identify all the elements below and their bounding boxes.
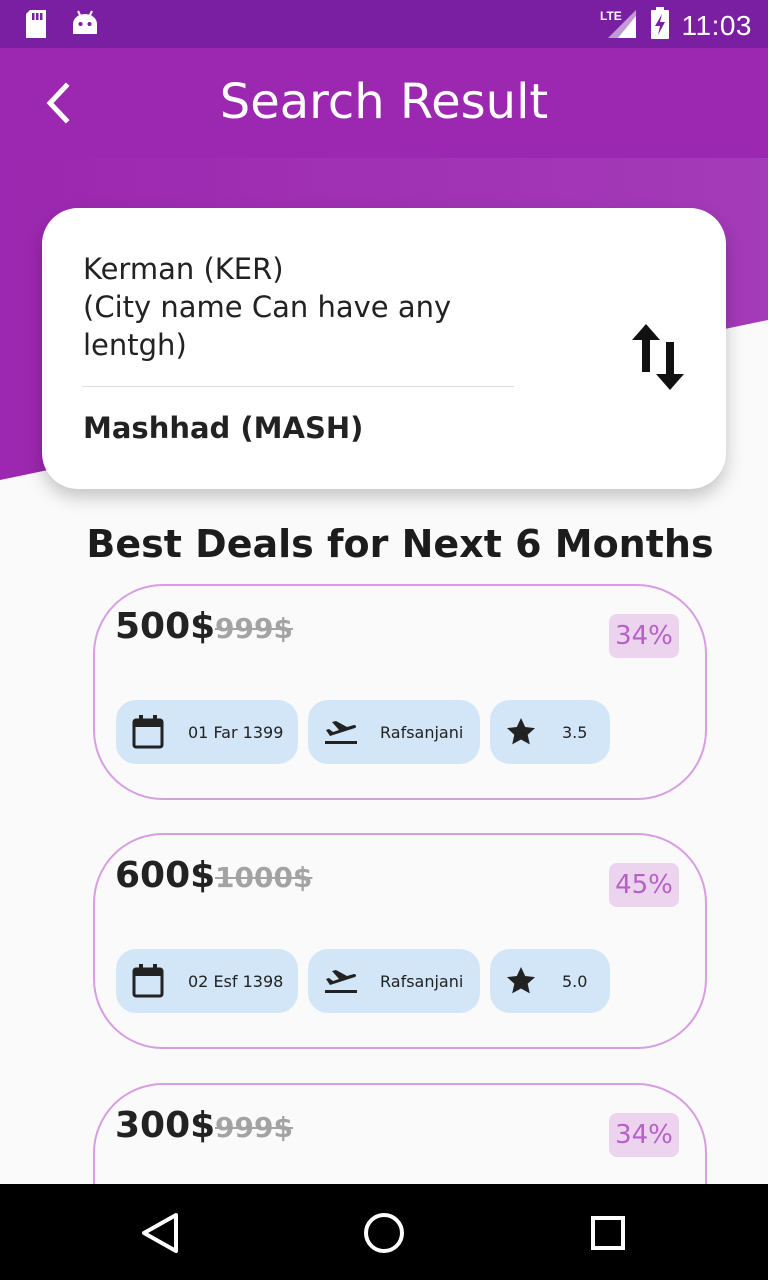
sd-card-icon — [24, 10, 48, 43]
app-header: Search Result — [0, 48, 768, 160]
date-text: 02 Esf 1398 — [188, 971, 284, 991]
svg-text:LTE: LTE — [600, 9, 622, 23]
airport-chip: Rafsanjani — [308, 949, 480, 1013]
rating-chip: 5.0 — [490, 949, 610, 1013]
home-circle-icon — [364, 1213, 404, 1253]
rating-text: 3.5 — [562, 722, 588, 742]
route-card: Kerman (KER) (City name Can have any len… — [42, 208, 726, 489]
calendar-icon — [132, 964, 164, 998]
recents-square-icon — [591, 1216, 625, 1250]
flight-takeoff-icon — [325, 721, 357, 744]
deal-card[interactable]: 300$ 999$ 34% — [93, 1083, 707, 1184]
discount-badge: 34% — [609, 1113, 679, 1157]
deal-price: 600$ — [115, 855, 216, 896]
navigation-bar — [0, 1184, 768, 1280]
flight-takeoff-icon — [325, 970, 357, 993]
section-title: Best Deals for Next 6 Months — [86, 522, 714, 566]
rating-chip: 3.5 — [490, 700, 610, 764]
deal-price: 500$ — [115, 606, 216, 647]
battery-charging-icon — [650, 7, 670, 44]
deal-old-price: 1000$ — [215, 861, 313, 894]
nav-recents-button[interactable] — [583, 1208, 633, 1258]
airport-text: Rafsanjani — [380, 722, 464, 742]
lte-signal-icon: LTE — [598, 6, 638, 45]
star-icon — [507, 967, 535, 994]
date-chip: 02 Esf 1398 — [116, 949, 298, 1013]
back-triangle-icon — [142, 1213, 178, 1253]
origin-city[interactable]: Kerman (KER) (City name Can have any len… — [83, 250, 513, 364]
date-chip: 01 Far 1399 — [116, 700, 298, 764]
destination-city[interactable]: Mashhad (MASH) — [83, 411, 363, 445]
android-icon — [72, 10, 98, 43]
discount-badge: 45% — [609, 863, 679, 907]
screen-content: LTE 11:03 Search Result Kerman (KER) (Ci… — [0, 0, 768, 1184]
deal-card[interactable]: 500$ 999$ 34% 01 Far 1399 Rafsanjani 3.5 — [93, 584, 707, 800]
nav-home-button[interactable] — [359, 1208, 409, 1258]
airport-text: Rafsanjani — [380, 971, 464, 991]
star-icon — [507, 718, 535, 745]
calendar-icon — [132, 715, 164, 749]
deal-old-price: 999$ — [215, 612, 293, 645]
deal-card[interactable]: 600$ 1000$ 45% 02 Esf 1398 Rafsanjani 5.… — [93, 833, 707, 1049]
discount-badge: 34% — [609, 614, 679, 658]
route-divider — [82, 386, 514, 387]
page-title: Search Result — [219, 74, 549, 130]
clock: 11:03 — [681, 9, 752, 41]
rating-text: 5.0 — [562, 971, 588, 991]
date-text: 01 Far 1399 — [188, 722, 284, 742]
swap-vertical-icon — [632, 324, 684, 390]
airport-chip: Rafsanjani — [308, 700, 480, 764]
deal-price: 300$ — [115, 1105, 216, 1146]
nav-back-button[interactable] — [136, 1208, 186, 1258]
swap-button[interactable] — [630, 322, 686, 392]
status-bar: LTE 11:03 — [0, 0, 768, 48]
deal-old-price: 999$ — [215, 1111, 293, 1144]
